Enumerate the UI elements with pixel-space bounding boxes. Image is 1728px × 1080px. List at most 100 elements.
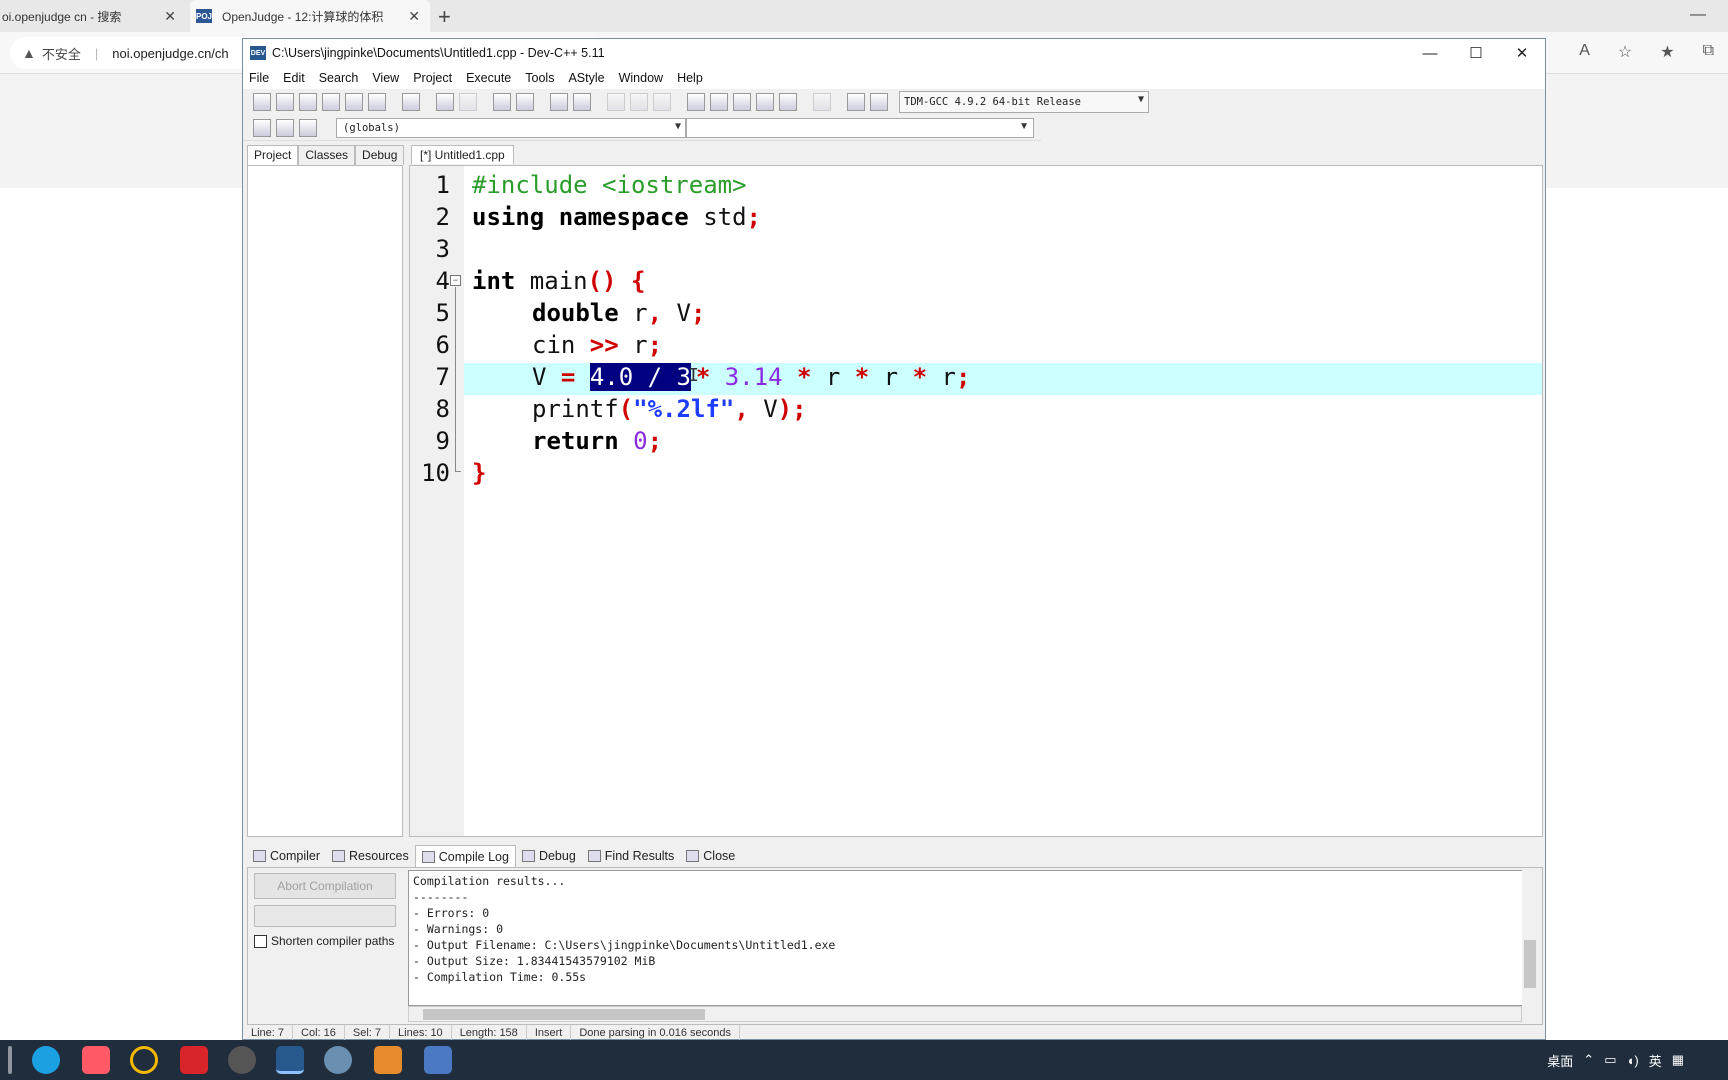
tab-compile-log[interactable]: Compile Log (414, 845, 516, 867)
tab-find-results[interactable]: Find Results (582, 845, 680, 867)
wps-icon[interactable] (180, 1046, 208, 1074)
favorites-icon[interactable]: ★ (1660, 42, 1674, 62)
function-select[interactable]: ▼ (686, 117, 1034, 138)
menu-project[interactable]: Project (413, 71, 452, 85)
bookmark-icon[interactable] (299, 118, 317, 137)
fold-minus-icon[interactable]: − (450, 275, 461, 286)
save-all-icon[interactable] (322, 93, 340, 111)
tab-untitled1[interactable]: [*] Untitled1.cpp (411, 145, 514, 164)
menu-execute[interactable]: Execute (466, 71, 511, 85)
save-icon[interactable] (299, 93, 317, 111)
app-icon-bird[interactable] (324, 1046, 352, 1074)
new-project-icon[interactable] (687, 93, 705, 111)
menu-file[interactable]: File (249, 71, 269, 85)
tab-debug[interactable]: Debug (355, 145, 405, 165)
close-icon[interactable]: ✕ (408, 8, 420, 25)
stop-execution-icon[interactable] (813, 93, 831, 111)
menu-search[interactable]: Search (319, 71, 359, 85)
replace-icon[interactable] (516, 93, 534, 111)
redo-icon[interactable] (459, 93, 477, 111)
toggle-bookmark-icon[interactable] (653, 93, 671, 111)
maximize-button[interactable]: ☐ (1453, 39, 1499, 67)
network-icon[interactable]: ▭ (1604, 1052, 1616, 1068)
back-icon[interactable] (607, 93, 625, 111)
shorten-paths-checkbox[interactable] (254, 934, 267, 948)
menu-astyle[interactable]: AStyle (568, 71, 604, 85)
edge-browser-icon[interactable] (32, 1046, 60, 1074)
collections-icon[interactable]: ⧉ (1703, 42, 1714, 62)
title-bar: DEV C:\Users\jingpinke\Documents\Untitle… (243, 39, 1545, 67)
unindent-icon[interactable] (573, 93, 591, 111)
code-editor[interactable]: 1 2 3 4 5 6 7 8 9 10 − #include <iostrea… (409, 165, 1543, 837)
project-options-icon[interactable] (710, 93, 728, 111)
ime-label[interactable]: 英 (1649, 1051, 1662, 1070)
main-toolbar: TDM-GCC 4.9.2 64-bit Release ▼ (243, 89, 1545, 115)
code-line-6: cin >> r; (532, 331, 663, 359)
close-button[interactable]: ✕ (1499, 39, 1545, 67)
abort-compilation-button[interactable]: Abort Compilation (254, 873, 396, 899)
devcpp-app-icon: DEV (250, 46, 266, 60)
menu-help[interactable]: Help (677, 71, 703, 85)
new-tab-plus-icon[interactable]: + (438, 4, 451, 30)
delete-profile-icon[interactable] (870, 93, 888, 111)
desktop-label[interactable]: 桌面 (1547, 1051, 1573, 1070)
app-icon-orange[interactable] (374, 1046, 402, 1074)
scroll-thumb[interactable] (1524, 940, 1536, 988)
scope-value: (globals) (343, 121, 400, 134)
class-browser-icon[interactable] (733, 93, 751, 111)
undo-icon[interactable] (436, 93, 454, 111)
browser-tab-openjudge[interactable]: POJ OpenJudge - 12:计算球的体积 ✕ (190, 0, 430, 32)
find-icon[interactable] (493, 93, 511, 111)
calendar-icon[interactable]: ▦ (1672, 1052, 1684, 1068)
read-aloud-icon[interactable]: A (1579, 42, 1590, 62)
minimize-icon[interactable]: — (1690, 6, 1706, 24)
profile-icon[interactable] (847, 93, 865, 111)
log-vertical-scrollbar[interactable] (1522, 870, 1538, 1006)
volume-icon[interactable]: ◖) (1627, 1053, 1639, 1068)
close-file-icon[interactable] (345, 93, 363, 111)
code-line-10: } (472, 459, 487, 487)
devcpp-taskbar-icon[interactable] (276, 1046, 304, 1074)
close-icon[interactable]: ✕ (164, 8, 176, 25)
log-line: - Output Filename: C:\Users\jingpinke\Do… (413, 938, 836, 952)
check-syntax-icon[interactable] (779, 93, 797, 111)
browser-tab-search[interactable]: oi.openjudge cn - 搜索 ✕ (0, 0, 186, 32)
tab-classes[interactable]: Classes (298, 145, 356, 165)
forward-icon[interactable] (630, 93, 648, 111)
status-col: Col: 16 (293, 1025, 345, 1041)
tab-resources[interactable]: Resources (326, 845, 415, 867)
open-file-icon[interactable] (276, 93, 294, 111)
minimize-button[interactable]: — (1407, 39, 1453, 67)
obs-icon[interactable] (228, 1046, 256, 1074)
line-number: 10 (421, 459, 450, 487)
menu-edit[interactable]: Edit (283, 71, 305, 85)
new-file-icon[interactable] (253, 93, 271, 111)
menu-view[interactable]: View (372, 71, 399, 85)
calculator-icon[interactable] (424, 1046, 452, 1074)
compiler-select[interactable]: TDM-GCC 4.9.2 64-bit Release ▼ (899, 91, 1149, 113)
tab-debug-bottom[interactable]: Debug (516, 845, 582, 867)
compile-log-text[interactable]: Compilation results... -------- - Errors… (408, 870, 1538, 1006)
log-horizontal-scrollbar[interactable] (408, 1006, 1522, 1022)
text-cursor-icon: I (687, 365, 699, 386)
warning-icon: ▲ (22, 45, 36, 61)
print-icon[interactable] (402, 93, 420, 111)
close-all-icon[interactable] (368, 93, 386, 111)
scroll-thumb[interactable] (423, 1009, 705, 1020)
app-icon-ring[interactable] (130, 1046, 158, 1074)
tab-compiler[interactable]: Compiler (247, 845, 326, 867)
scope-select[interactable]: (globals) ▼ (336, 117, 686, 138)
tab-project[interactable]: Project (247, 145, 299, 165)
shorten-paths-option[interactable]: Shorten compiler paths (254, 934, 394, 948)
indent-icon[interactable] (550, 93, 568, 111)
chevron-up-icon[interactable]: ⌃ (1583, 1052, 1594, 1068)
favorite-add-icon[interactable]: ☆ (1618, 42, 1632, 62)
compile-icon[interactable] (756, 93, 774, 111)
app-icon-pink[interactable] (82, 1046, 110, 1074)
goto-icon[interactable] (276, 118, 294, 137)
project-browser[interactable] (247, 165, 403, 837)
menu-window[interactable]: Window (619, 71, 663, 85)
tab-close[interactable]: Close (680, 845, 741, 867)
insert-icon[interactable] (253, 118, 271, 137)
menu-tools[interactable]: Tools (525, 71, 554, 85)
